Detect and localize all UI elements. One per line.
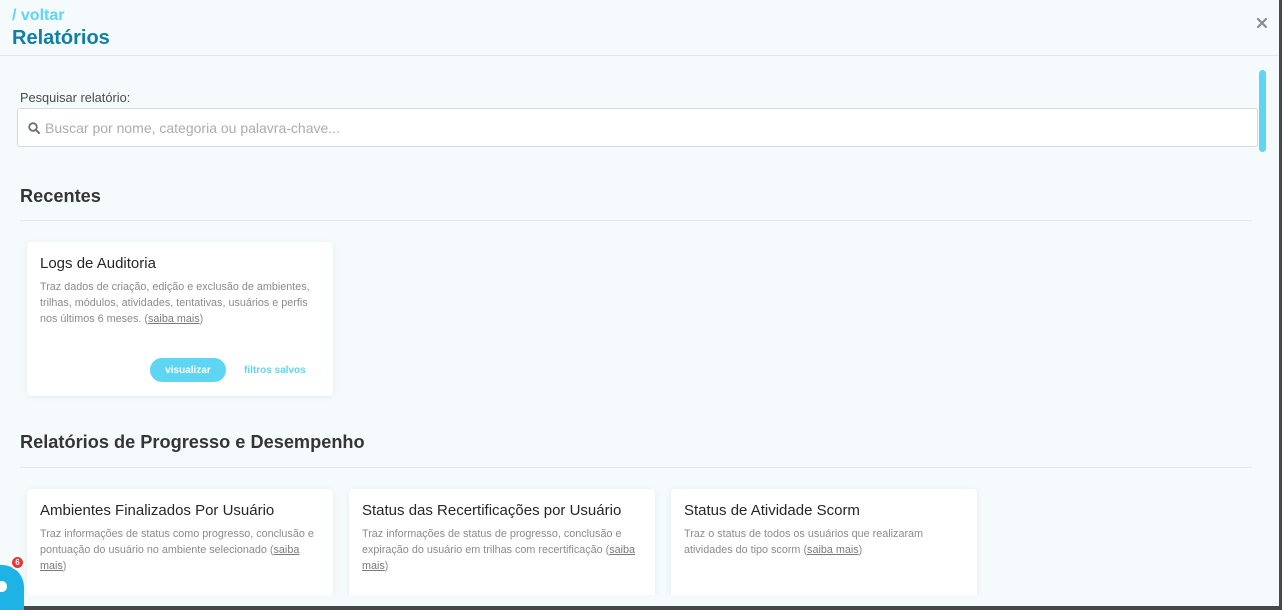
scrollbar-thumb[interactable]: [1259, 70, 1266, 152]
search-field: [17, 108, 1258, 147]
paren-close: ): [384, 560, 389, 572]
search-input[interactable]: [45, 109, 1245, 146]
visualizar-button[interactable]: visualizar: [150, 358, 226, 382]
notification-badge: 6: [10, 555, 25, 570]
section-title-recentes: Recentes: [20, 186, 101, 206]
paren-close: ): [858, 544, 863, 556]
report-card-logs-de-auditoria: Logs de Auditoria Traz dados de criação,…: [27, 242, 333, 396]
report-card-description: Traz dados de criação, edição e exclusão…: [40, 279, 320, 327]
reports-modal: / voltar Relatórios Pesquisar relatório:…: [0, 0, 1279, 606]
report-card-description: Traz informações de status de progresso,…: [362, 526, 642, 574]
section-divider: [20, 467, 1252, 468]
saiba-mais-link[interactable]: saiba mais: [148, 313, 200, 325]
report-card-status-recertificacoes: Status das Recertificações por Usuário T…: [349, 489, 655, 595]
report-card-title: Status das Recertificações por Usuário: [362, 502, 622, 519]
section-title-progresso-desempenho: Relatórios de Progresso e Desempenho: [20, 432, 365, 452]
page-title: Relatórios: [12, 27, 110, 49]
section-divider: [20, 220, 1252, 221]
filtros-salvos-link[interactable]: filtros salvos: [244, 365, 306, 376]
report-card-title: Logs de Auditoria: [40, 255, 156, 272]
reports-scroll-area: Pesquisar relatório: Recentes Logs de Au…: [0, 56, 1279, 595]
report-card-description: Traz o status de todos os usuários que r…: [684, 526, 964, 558]
report-card-description-text: Traz informações de status de progresso,…: [362, 528, 622, 556]
report-card-ambientes-finalizados: Ambientes Finalizados Por Usuário Traz i…: [27, 489, 333, 595]
report-card-status-atividade-scorm: Status de Atividade Scorm Traz o status …: [671, 489, 977, 595]
paren-close: ): [199, 313, 204, 325]
back-link[interactable]: / voltar: [12, 7, 64, 25]
report-card-actions: visualizar filtros salvos: [150, 358, 306, 382]
search-icon: [28, 122, 40, 134]
search-label: Pesquisar relatório:: [20, 90, 131, 105]
report-card-title: Status de Atividade Scorm: [684, 502, 860, 519]
close-icon[interactable]: [1257, 18, 1267, 28]
paren-close: ): [62, 560, 67, 572]
saiba-mais-link[interactable]: saiba mais: [807, 544, 859, 556]
chat-icon: [0, 581, 7, 592]
report-card-title: Ambientes Finalizados Por Usuário: [40, 502, 275, 519]
report-card-description: Traz informações de status como progress…: [40, 526, 320, 574]
